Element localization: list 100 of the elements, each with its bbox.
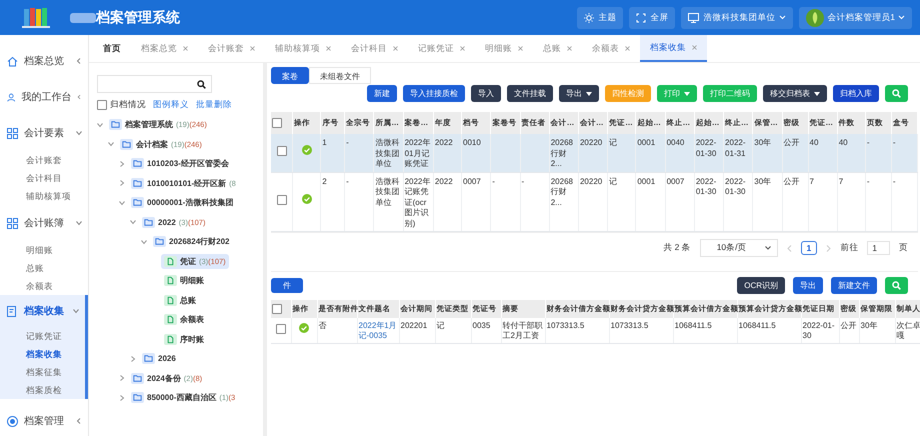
chevron-down-icon[interactable] [130,219,136,226]
chevron-right-icon[interactable] [130,356,136,362]
chevron-right-icon[interactable] [119,160,125,167]
checkbox[interactable] [97,100,107,110]
toolbar-button[interactable]: 导出 [793,276,823,294]
check-circle-icon[interactable] [299,323,309,333]
toolbar-button[interactable]: 文件挂载 [507,85,553,102]
sidebar-subitem[interactable]: 辅助核算项 [0,187,88,205]
sub-tab[interactable]: 未组卷文件 [309,67,371,84]
file-title-link[interactable]: 2022年1月记-0035 [358,321,398,341]
section-tab[interactable]: 件 [271,278,303,292]
checkbox[interactable] [276,146,287,156]
toolbar-button[interactable]: 新建文件 [831,276,877,294]
table-cell: 1068411.5 [674,321,712,330]
header-button[interactable]: 浩微科技集团单位 [681,6,794,28]
check-circle-icon[interactable] [302,145,312,155]
header-button[interactable]: 全屏 [629,6,676,28]
search-button[interactable] [885,276,908,294]
sidebar-subitem[interactable]: 总账 [0,259,88,277]
table-row[interactable]: 2 - 浩微科技集团单位 2022年记账凭证(ocr图片识别) 2022 0007 - - 20268行财2... 20220 记 0001 0007 2022-01-30 2022-01-30 30年 公开 7 7 - - [271,172,918,232]
page-input[interactable]: 1 [867,241,890,255]
close-icon[interactable] [692,45,697,50]
page-tab[interactable]: 明细账 [475,35,533,62]
sub-tab[interactable]: 案卷 [271,67,309,84]
page-size-select[interactable]: 10条/页 [700,239,778,257]
tree-node[interactable]: 序时账 [161,332,207,347]
checkbox[interactable] [272,304,282,314]
table-cell: 2022年01月记账凭证 [404,138,430,168]
check-circle-icon[interactable] [302,194,312,204]
search-field[interactable] [97,75,212,93]
table-cell: 记 [436,321,444,330]
checkbox[interactable] [276,324,286,334]
page-tab[interactable]: 档案收集 [640,35,707,62]
monitor-icon [688,12,700,22]
page-tab[interactable]: 档案总览 [131,35,198,62]
tree-node[interactable]: 余额表 [161,312,207,328]
tree-node[interactable]: 1010203-经开区管委会 [128,156,232,172]
page-tab[interactable]: 余额表 [582,35,640,62]
page-tab[interactable]: 会计科目 [341,35,408,62]
close-icon[interactable] [326,46,331,51]
close-icon[interactable] [625,46,630,51]
tree-node[interactable]: 00000001-浩微科技集团 [128,195,236,210]
table-cell: 记 [609,138,618,147]
chevron-right-icon[interactable] [119,375,125,382]
close-icon[interactable] [460,46,465,51]
sidebar-item[interactable]: 档案收集 [0,295,85,327]
tree-node[interactable]: 2026 [139,351,179,366]
header-button[interactable]: 主题 [577,6,624,28]
close-icon[interactable] [518,46,523,51]
chevron-left-icon[interactable] [786,244,792,252]
sidebar-item[interactable]: 会计要素 [0,115,88,151]
close-icon[interactable] [250,46,255,51]
table-cell: 浩微科技集团单位 [375,176,400,206]
sidebar-subitem[interactable]: 档案质检 [0,381,85,399]
sidebar-item[interactable]: 档案总览 [0,43,88,79]
page-tab[interactable]: 总账 [533,35,582,62]
link[interactable]: 图例释义 [153,99,189,111]
tree-node[interactable]: 明细账 [161,273,207,288]
sidebar-subitem[interactable]: 档案征集 [0,363,85,381]
sidebar-subitem[interactable]: 记账凭证 [0,327,85,345]
toolbar-button[interactable]: 归档入库 [833,85,879,102]
toolbar-button[interactable]: OCR识别 [737,276,785,294]
chevron-right-icon[interactable] [826,244,832,252]
tree-node[interactable]: 2026824行财202 [150,234,232,250]
toolbar-button[interactable]: 移交归档表 [763,85,827,102]
sidebar-subitem[interactable]: 会计科目 [0,169,88,187]
toolbar-button[interactable]: 导入 [471,85,501,102]
table-cell: 0001 [637,176,656,186]
user-menu[interactable]: 会计档案管理员1 [799,6,912,28]
sidebar-subitem[interactable]: 档案收集 [0,345,85,363]
toolbar-button[interactable]: 导入挂接质检 [403,85,465,102]
page-tab[interactable]: 辅助核算项 [265,35,341,62]
chevron-down-icon[interactable] [97,122,103,128]
sidebar-subitem[interactable]: 余额表 [0,277,88,295]
sidebar-subitem[interactable]: 明细账 [0,241,88,259]
sidebar-subitem[interactable]: 会计账套 [0,151,88,169]
link[interactable]: 批量删除 [196,99,232,111]
chevron-down-icon[interactable] [108,141,114,148]
toolbar-button[interactable]: 导出 [559,85,599,102]
chevron-right-icon[interactable] [119,394,125,401]
page-tab[interactable]: 记账凭证 [408,35,475,62]
checkbox[interactable] [272,118,282,128]
page-number[interactable]: 1 [800,241,818,255]
sidebar-item[interactable]: 会计账簿 [0,205,88,241]
table-cell: 2022-01-30 [696,138,716,158]
close-icon[interactable] [393,46,398,51]
toolbar-button[interactable]: 新建 [367,85,397,102]
selected-row[interactable]: 1 - 浩微科技集团单位 2022年01月记账凭证 2022 0010 20268行财2... 20220 记 0001 0040 2022-01-30 2022-01-31 30年 公开 40 40 - - [271,134,918,172]
page-tab[interactable]: 首页 [93,35,131,62]
chevron-down-icon[interactable] [119,200,125,206]
search-button[interactable] [885,85,908,102]
chevron-down-icon[interactable] [141,238,147,245]
checkbox[interactable] [276,195,287,206]
tree-node[interactable]: 总账 [161,292,199,308]
chevron-right-icon[interactable] [119,180,125,186]
page-tab[interactable]: 会计账套 [198,35,265,62]
close-icon[interactable] [183,46,188,51]
sidebar-item[interactable]: 我的工作台 [0,79,88,115]
close-icon[interactable] [567,46,572,51]
sidebar-item[interactable]: 档案管理 [0,403,88,436]
